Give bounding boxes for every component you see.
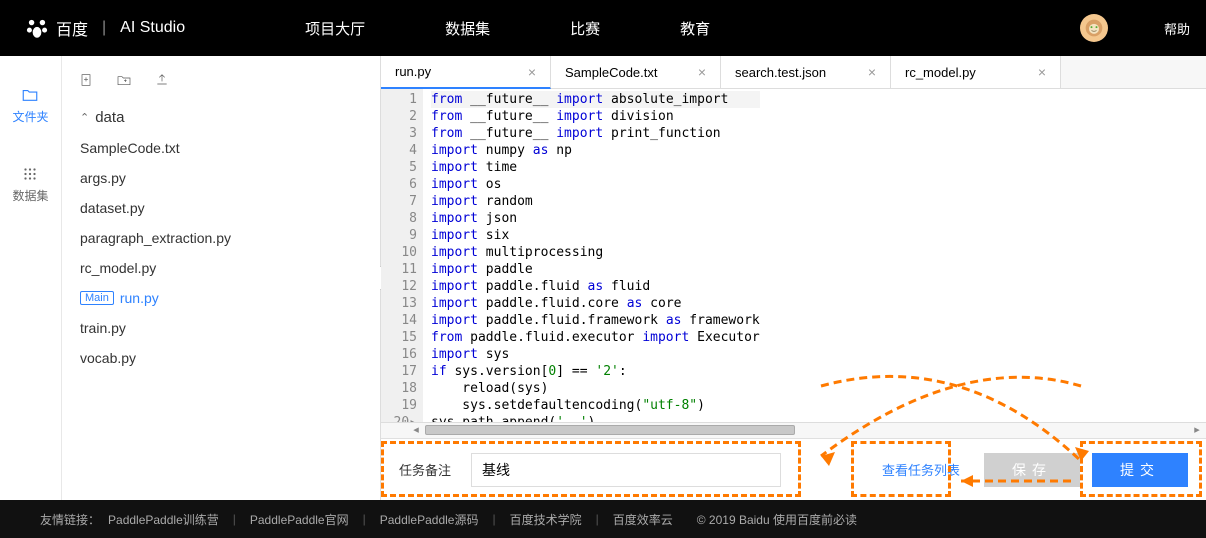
file-list: ⌃ data SampleCode.txt args.py dataset.py… [62,96,380,379]
baidu-paw-icon [24,15,50,41]
editor: ◂ run.py× SampleCode.txt× search.test.js… [380,56,1206,500]
horizontal-scrollbar[interactable]: ◂ ▸ [381,422,1206,438]
footer-link[interactable]: PaddlePaddle训练营 [108,511,219,528]
footer-link[interactable]: 百度技术学院 [510,511,582,528]
gutter: 1234567891011121314151617181920▸21222324 [381,89,423,422]
close-icon[interactable]: × [528,64,536,80]
footer-copy: © 2019 Baidu 使用百度前必读 [697,511,857,528]
new-file-icon[interactable] [78,72,94,88]
code-area[interactable]: 1234567891011121314151617181920▸21222324… [381,89,1206,422]
scroll-right-icon[interactable]: ▸ [1190,423,1204,437]
nav-datasets[interactable]: 数据集 [445,18,490,39]
sidebar-dataset[interactable]: 数据集 [12,159,48,210]
file-row-active[interactable]: Main run.py [62,283,380,313]
task-label: 任务备注 [399,460,451,479]
file-row[interactable]: dataset.py [62,193,380,223]
submit-button[interactable]: 提交 [1092,453,1188,487]
tabs: run.py× SampleCode.txt× search.test.json… [381,56,1206,89]
close-icon[interactable]: × [1038,64,1046,80]
file-row[interactable]: SampleCode.txt [62,133,380,163]
new-folder-icon[interactable] [116,72,132,88]
footer: 友情链接： PaddlePaddle训练营| PaddlePaddle官网| P… [0,500,1206,538]
file-toolbar [62,68,380,96]
avatar[interactable] [1080,14,1108,42]
folder-row[interactable]: ⌃ data [62,102,380,133]
close-icon[interactable]: × [698,64,706,80]
logo-subtitle: AI Studio [120,19,185,37]
upload-icon[interactable] [154,72,170,88]
nav-links: 项目大厅 数据集 比赛 教育 [305,18,710,39]
footer-prefix: 友情链接： [40,511,100,528]
footer-link[interactable]: PaddlePaddle官网 [250,511,349,528]
nav-education[interactable]: 教育 [680,18,710,39]
logo[interactable]: 百度 | AI Studio [24,15,185,41]
top-nav: 百度 | AI Studio 项目大厅 数据集 比赛 教育 帮助 [0,0,1206,56]
folder-icon [20,86,40,104]
footer-link[interactable]: PaddlePaddle源码 [380,511,479,528]
file-row[interactable]: vocab.py [62,343,380,373]
sidebar-files[interactable]: 文件夹 [12,80,48,131]
view-task-list-link[interactable]: 查看任务列表 [882,460,960,479]
scrollbar-thumb[interactable] [425,425,795,435]
dataset-icon [20,165,40,183]
close-icon[interactable]: × [868,64,876,80]
tab-run-py[interactable]: run.py× [381,56,551,89]
save-button[interactable]: 保存 [984,453,1080,487]
file-row[interactable]: paragraph_extraction.py [62,223,380,253]
chevron-down-icon: ⌃ [80,111,89,124]
code-content[interactable]: from __future__ import absolute_importfr… [423,89,768,422]
tab-search-json[interactable]: search.test.json× [721,56,891,88]
taskbar: 任务备注 查看任务列表 保存 提交 [381,438,1206,500]
file-row[interactable]: args.py [62,163,380,193]
file-panel: ⌃ data SampleCode.txt args.py dataset.py… [62,56,380,500]
footer-link[interactable]: 百度效率云 [613,511,673,528]
nav-help[interactable]: 帮助 [1164,19,1190,38]
file-row[interactable]: train.py [62,313,380,343]
tab-samplecode[interactable]: SampleCode.txt× [551,56,721,88]
sidebar-narrow: 文件夹 数据集 [0,56,62,500]
nav-projects[interactable]: 项目大厅 [305,18,365,39]
task-note-input[interactable] [471,453,781,487]
monkey-avatar-icon [1084,18,1104,38]
logo-text: 百度 [56,16,88,40]
main: 文件夹 数据集 ⌃ data SampleCode.txt args.py da… [0,56,1206,500]
file-row[interactable]: rc_model.py [62,253,380,283]
scroll-left-icon[interactable]: ◂ [409,423,423,437]
tab-rcmodel[interactable]: rc_model.py× [891,56,1061,88]
main-badge: Main [80,291,114,305]
nav-competitions[interactable]: 比赛 [570,18,600,39]
